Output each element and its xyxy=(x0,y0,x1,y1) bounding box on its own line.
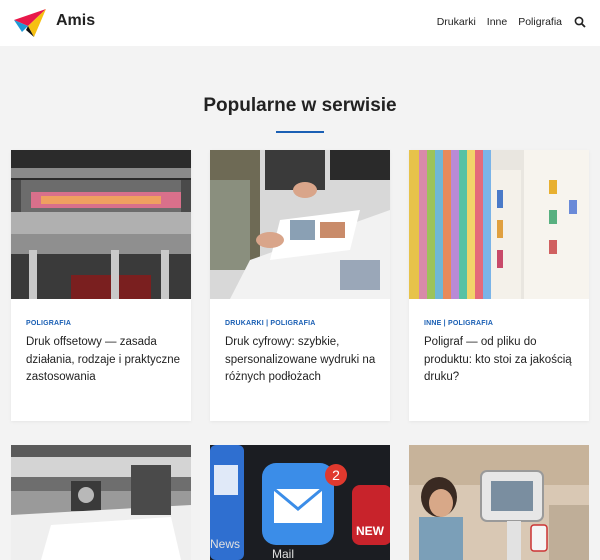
post-category[interactable]: INNE | POLIGRAFIA xyxy=(424,320,493,327)
post-card[interactable]: POLIGRAFIA Druk offsetowy — zasada dział… xyxy=(11,150,191,421)
color-swatches-photo[interactable] xyxy=(409,150,589,299)
mail-app-label: Mail xyxy=(272,547,294,560)
post-card[interactable]: INNE | POLIGRAFIA Poligraf — od pliku do… xyxy=(409,150,589,421)
magazines-on-table-photo[interactable] xyxy=(210,150,390,299)
kiosk-tablet-photo[interactable] xyxy=(409,445,589,560)
post-title[interactable]: Poligraf — od pliku do produktu: kto sto… xyxy=(424,334,580,387)
post-title[interactable]: Druk offsetowy — zasada działania, rodza… xyxy=(26,334,182,387)
offset-press-photo[interactable] xyxy=(11,150,191,299)
site-header: Amis Drukarki Inne Poligrafia xyxy=(0,0,600,46)
printing-machine-photo[interactable] xyxy=(11,445,191,560)
section-title: Popularne w serwisie xyxy=(203,95,397,116)
post-title[interactable]: Druk cyfrowy: szybkie, spersonalizowane … xyxy=(225,334,381,387)
news-app-label: News xyxy=(210,537,240,551)
site-name[interactable]: Amis xyxy=(56,12,95,30)
main-nav: Drukarki Inne Poligrafia xyxy=(426,16,586,28)
nav-item-drukarki[interactable]: Drukarki xyxy=(437,16,476,28)
paper-plane-logo-icon[interactable] xyxy=(12,6,48,40)
post-category[interactable]: DRUKARKI | POLIGRAFIA xyxy=(225,320,316,327)
title-underline xyxy=(276,131,324,133)
notification-badge: 2 xyxy=(332,467,340,483)
phone-apps-photo[interactable]: 2 NEW Mail News xyxy=(210,445,390,560)
news-app-text: NEW xyxy=(356,524,385,538)
nav-item-inne[interactable]: Inne xyxy=(487,16,507,28)
search-icon[interactable] xyxy=(574,16,586,28)
post-card[interactable]: DRUKARKI | POLIGRAFIA Druk cyfrowy: szyb… xyxy=(210,150,390,421)
nav-item-poligrafia[interactable]: Poligrafia xyxy=(518,16,562,28)
post-category[interactable]: POLIGRAFIA xyxy=(26,320,71,327)
